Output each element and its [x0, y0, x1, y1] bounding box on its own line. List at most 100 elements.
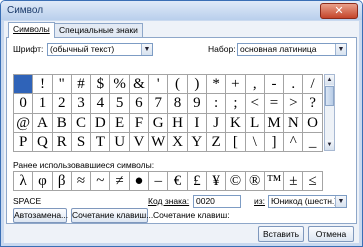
symbol-cell[interactable]: H	[168, 113, 188, 133]
symbol-cell[interactable]: <	[245, 94, 265, 114]
recent-symbol-cell[interactable]: β	[52, 172, 72, 192]
recent-symbol-cell[interactable]: ©	[226, 172, 246, 192]
recent-symbol-cell[interactable]: φ	[33, 172, 53, 192]
symbol-cell[interactable]: &	[129, 75, 150, 95]
symbol-cell[interactable]: 1	[33, 94, 53, 114]
symbol-cell[interactable]: G	[149, 113, 169, 133]
recent-symbol-cell[interactable]: –	[149, 172, 169, 192]
symbol-cell[interactable]: E	[110, 113, 130, 133]
symbol-cell[interactable]: 3	[71, 94, 92, 114]
recent-symbol-cell[interactable]: ¥	[206, 172, 227, 192]
symbol-cell[interactable]: "	[52, 75, 72, 95]
symbol-cell[interactable]: O	[303, 113, 323, 133]
symbol-cell[interactable]: )	[187, 75, 207, 95]
insert-button[interactable]: Вставить	[258, 226, 304, 242]
title-bar[interactable]: Символ ✕	[1, 1, 362, 20]
symbol-cell[interactable]: (	[168, 75, 188, 95]
symbol-cell[interactable]: :	[206, 94, 227, 114]
recent-symbol-cell[interactable]: ●	[129, 172, 150, 192]
symbol-cell[interactable]: 9	[187, 94, 207, 114]
symbol-cell[interactable]: ]	[264, 132, 285, 153]
symbol-cell[interactable]: '	[149, 75, 169, 95]
symbol-cell[interactable]: F	[129, 113, 150, 133]
symbol-cell[interactable]: D	[91, 113, 111, 133]
symbol-cell[interactable]: N	[284, 113, 304, 133]
symbol-cell[interactable]: T	[91, 132, 111, 153]
cancel-button[interactable]: Отмена	[308, 226, 354, 242]
symbol-cell[interactable]: \	[245, 132, 265, 153]
symbol-cell[interactable]: ^	[284, 132, 304, 153]
subset-label: Набор:	[208, 44, 236, 54]
symbol-cell[interactable]: -	[264, 75, 285, 95]
symbol-cell[interactable]: Z	[206, 132, 227, 153]
char-code-input[interactable]: 0020	[193, 195, 241, 208]
recent-symbol-cell[interactable]: ±	[284, 172, 304, 192]
symbol-cell[interactable]: 8	[168, 94, 188, 114]
close-button[interactable]: ✕	[320, 3, 358, 19]
symbol-cell[interactable]: V	[129, 132, 150, 153]
symbol-cell[interactable]: 0	[14, 94, 34, 114]
symbol-cell[interactable]: 4	[91, 94, 111, 114]
symbol-cell[interactable]: !	[33, 75, 53, 95]
symbol-cell[interactable]: +	[226, 75, 246, 95]
scroll-up-icon[interactable]: ▲	[325, 75, 334, 85]
symbol-cell[interactable]: J	[206, 113, 227, 133]
symbol-cell[interactable]: U	[110, 132, 130, 153]
tab-special-characters[interactable]: Специальные знаки	[54, 23, 143, 37]
symbol-cell[interactable]: 2	[52, 94, 72, 114]
symbol-cell[interactable]: K	[226, 113, 246, 133]
symbol-cell[interactable]: .	[284, 75, 304, 95]
symbol-cell[interactable]: [	[226, 132, 246, 153]
symbol-cell[interactable]: _	[303, 132, 323, 153]
symbol-cell[interactable]: ;	[226, 94, 246, 114]
recent-symbol-cell[interactable]: ™	[264, 172, 285, 192]
subset-dropdown[interactable]: основная латиница ▼	[237, 43, 347, 56]
scroll-down-icon[interactable]: ▼	[325, 140, 334, 150]
symbol-cell[interactable]: S	[71, 132, 92, 153]
recent-symbol-cell[interactable]: ≠	[110, 172, 130, 192]
chevron-down-icon: ▼	[335, 44, 346, 55]
recent-symbol-cell[interactable]: €	[168, 172, 188, 192]
autocorrect-button[interactable]: Автозамена...	[13, 208, 68, 223]
symbol-cell[interactable]: =	[264, 94, 285, 114]
symbol-cell[interactable]: /	[303, 75, 323, 95]
symbol-cell[interactable]: A	[33, 113, 53, 133]
symbol-cell[interactable]: M	[264, 113, 285, 133]
symbol-cell[interactable]: X	[168, 132, 188, 153]
font-dropdown[interactable]: (обычный текст) ▼	[47, 43, 153, 56]
symbol-cell[interactable]: %	[110, 75, 130, 95]
recent-symbol-cell[interactable]: ≤	[303, 172, 323, 192]
symbol-cell[interactable]: L	[245, 113, 265, 133]
symbol-cell[interactable]: *	[206, 75, 227, 95]
symbol-cell[interactable]: C	[71, 113, 92, 133]
symbol-grid-scrollbar[interactable]: ▲ ▼	[324, 74, 335, 151]
tab-symbols[interactable]: Символы	[8, 22, 55, 38]
symbol-cell[interactable]: 6	[129, 94, 150, 114]
shortcut-key-button[interactable]: Сочетание клавиш...	[71, 208, 153, 223]
symbol-cell[interactable]: P	[14, 132, 34, 153]
symbol-cell[interactable]: I	[187, 113, 207, 133]
recent-symbol-cell[interactable]: £	[187, 172, 207, 192]
symbol-cell[interactable]: @	[14, 113, 34, 133]
from-dropdown[interactable]: Юникод (шестн.) ▼	[268, 195, 347, 208]
symbol-cell[interactable]: >	[284, 94, 304, 114]
symbol-cell[interactable]: Y	[187, 132, 207, 153]
symbol-cell[interactable]: W	[149, 132, 169, 153]
recent-symbol-cell[interactable]: ~	[91, 172, 111, 192]
symbol-cell[interactable]: 7	[149, 94, 169, 114]
symbol-cell[interactable]: $	[91, 75, 111, 95]
symbol-cell[interactable]: ,	[245, 75, 265, 95]
shortcut-key-label: Сочетание клавиш:	[153, 210, 230, 220]
symbol-cell[interactable]: ?	[303, 94, 323, 114]
symbol-cell[interactable]: 5	[110, 94, 130, 114]
symbol-cell[interactable]	[14, 75, 34, 95]
recent-symbol-cell[interactable]: ≈	[71, 172, 92, 192]
recent-symbol-cell[interactable]: ®	[245, 172, 265, 192]
font-label: Шрифт:	[13, 44, 44, 54]
symbol-cell[interactable]: Q	[33, 132, 53, 153]
symbol-cell[interactable]: B	[52, 113, 72, 133]
symbol-cell[interactable]: R	[52, 132, 72, 153]
scroll-thumb[interactable]	[325, 86, 334, 106]
symbol-cell[interactable]: #	[71, 75, 92, 95]
recent-symbol-cell[interactable]: λ	[14, 172, 34, 192]
